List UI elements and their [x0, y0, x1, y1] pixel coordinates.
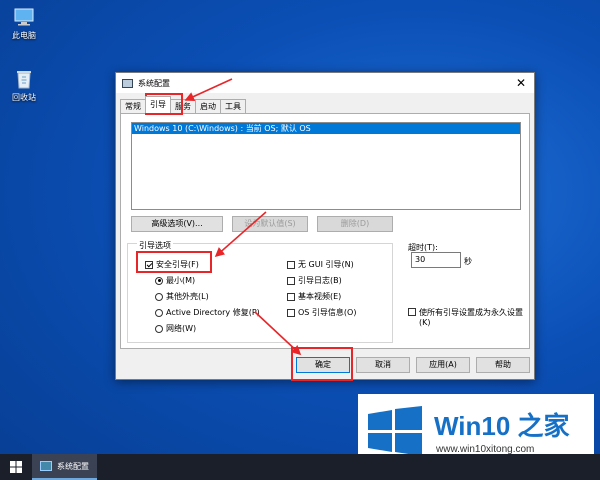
safe-boot-checkbox[interactable]: 安全引导(F)	[145, 259, 199, 270]
tab-boot[interactable]: 引导	[145, 96, 171, 113]
desktop-icon-label: 此电脑	[12, 31, 36, 40]
recycle-bin-icon	[13, 68, 35, 90]
watermark-brand: Win10 之家	[434, 411, 570, 441]
radio-selected-icon	[155, 276, 163, 285]
windows-flag-icon	[368, 406, 422, 456]
advanced-options-button[interactable]: 高级选项(V)...	[131, 216, 223, 232]
base-video-checkbox[interactable]: 基本视频(E)	[287, 291, 341, 302]
boot-tab-panel: Windows 10 (C:\Windows) : 当前 OS; 默认 OS 高…	[120, 113, 530, 349]
os-list-item[interactable]: Windows 10 (C:\Windows) : 当前 OS; 默认 OS	[132, 123, 520, 134]
alternate-shell-label: 其他外壳(L)	[166, 292, 209, 301]
set-default-button[interactable]: 设为默认值(S)	[232, 216, 308, 232]
radio-icon	[155, 308, 163, 317]
help-button[interactable]: 帮助	[476, 357, 530, 373]
alternate-shell-radio[interactable]: 其他外壳(L)	[155, 291, 209, 302]
windows-start-icon	[10, 461, 22, 473]
make-permanent-label: 使所有引导设置成为永久设置(K)	[419, 308, 523, 327]
cancel-button[interactable]: 取消	[356, 357, 410, 373]
taskbar: 系统配置	[0, 454, 600, 480]
dialog-title: 系统配置	[138, 78, 170, 88]
ok-button[interactable]: 确定	[296, 357, 350, 373]
desktop-icon-label: 回收站	[12, 93, 36, 102]
active-directory-radio[interactable]: Active Directory 修复(P)	[155, 307, 260, 318]
minimal-label: 最小(M)	[166, 276, 196, 285]
system-config-dialog: 系统配置 ✕ 常规 引导 服务 启动 工具 Windows 10 (C:\Win…	[115, 72, 535, 380]
msconfig-app-icon	[122, 78, 133, 88]
desktop-icon-this-pc[interactable]: 此电脑	[4, 6, 44, 41]
checkbox-icon	[287, 292, 295, 301]
boot-options-label: 引导选项	[137, 240, 173, 251]
computer-icon	[13, 6, 35, 28]
os-boot-info-checkbox[interactable]: OS 引导信息(O)	[287, 307, 356, 318]
minimal-radio[interactable]: 最小(M)	[155, 275, 195, 286]
boot-log-checkbox[interactable]: 引导日志(B)	[287, 275, 342, 286]
checkbox-icon	[287, 260, 295, 269]
tab-strip: 常规 引导 服务 启动 工具	[120, 96, 246, 113]
base-video-label: 基本视频(E)	[298, 292, 342, 301]
desktop-icon-recycle-bin[interactable]: 回收站	[4, 68, 44, 103]
apply-button[interactable]: 应用(A)	[416, 357, 470, 373]
checkbox-icon	[287, 276, 295, 285]
os-list[interactable]: Windows 10 (C:\Windows) : 当前 OS; 默认 OS	[131, 122, 521, 210]
tab-general[interactable]: 常规	[120, 99, 146, 113]
checkbox-checked-icon	[145, 260, 153, 269]
close-icon: ✕	[515, 76, 527, 90]
radio-icon	[155, 292, 163, 301]
network-label: 网络(W)	[166, 324, 197, 333]
dialog-titlebar[interactable]: 系统配置 ✕	[116, 73, 534, 93]
timeout-input[interactable]: 30	[411, 252, 461, 268]
os-boot-info-label: OS 引导信息(O)	[298, 308, 357, 317]
close-button[interactable]: ✕	[508, 76, 534, 90]
msconfig-app-icon	[40, 461, 52, 471]
start-button[interactable]	[0, 454, 32, 480]
timeout-unit: 秒	[464, 257, 472, 266]
taskbar-item-label: 系统配置	[57, 461, 89, 471]
active-directory-label: Active Directory 修复(P)	[166, 308, 260, 317]
boot-log-label: 引导日志(B)	[298, 276, 342, 285]
tab-startup[interactable]: 启动	[195, 99, 221, 113]
checkbox-icon	[408, 308, 416, 316]
delete-button[interactable]: 删除(D)	[317, 216, 393, 232]
safe-boot-label: 安全引导(F)	[156, 260, 199, 269]
network-radio[interactable]: 网络(W)	[155, 323, 196, 334]
no-gui-boot-label: 无 GUI 引导(N)	[298, 260, 354, 269]
no-gui-boot-checkbox[interactable]: 无 GUI 引导(N)	[287, 259, 354, 270]
radio-icon	[155, 324, 163, 333]
make-permanent-checkbox[interactable]: 使所有引导设置成为永久设置(K)	[408, 307, 526, 327]
checkbox-icon	[287, 308, 295, 317]
tab-tools[interactable]: 工具	[220, 99, 246, 113]
taskbar-item-msconfig[interactable]: 系统配置	[32, 454, 97, 480]
tab-services[interactable]: 服务	[170, 99, 196, 113]
